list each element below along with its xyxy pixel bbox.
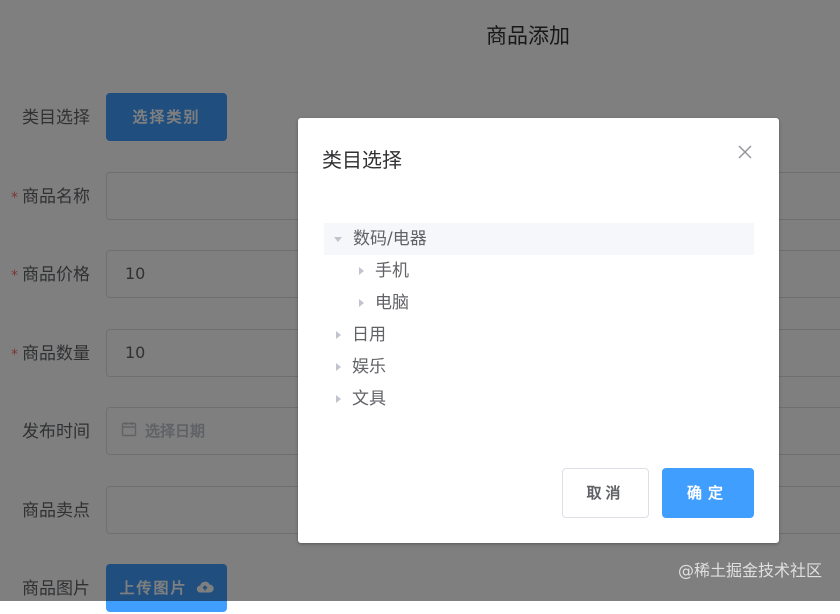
- tree-node-label: 电脑: [375, 293, 409, 313]
- tree-node-label: 手机: [375, 261, 409, 281]
- close-icon[interactable]: [737, 144, 753, 160]
- caret-right-icon[interactable]: [332, 319, 344, 351]
- tree-node-computer[interactable]: 电脑: [324, 287, 754, 319]
- dialog-title: 类目选择: [322, 148, 402, 172]
- watermark: @稀土掘金技术社区: [677, 561, 822, 580]
- tree-node-phone[interactable]: 手机: [324, 255, 754, 287]
- caret-right-icon[interactable]: [332, 383, 344, 415]
- tree-node-label: 娱乐: [352, 357, 386, 377]
- confirm-button[interactable]: 确定: [662, 468, 754, 518]
- tree-node-label: 文具: [352, 389, 386, 409]
- tree-node-label: 数码/电器: [353, 229, 427, 249]
- tree-node-stationery[interactable]: 文具: [324, 383, 754, 415]
- caret-right-icon[interactable]: [332, 351, 344, 383]
- category-select-dialog: 类目选择 数码/电器 手机 电脑 日用 娱乐 文具 取消 确定: [298, 118, 779, 543]
- caret-right-icon[interactable]: [355, 255, 367, 287]
- cancel-button[interactable]: 取消: [562, 468, 649, 518]
- caret-right-icon[interactable]: [355, 287, 367, 319]
- category-tree: 数码/电器 手机 电脑 日用 娱乐 文具: [324, 223, 754, 415]
- tree-node-entertainment[interactable]: 娱乐: [324, 351, 754, 383]
- tree-node-label: 日用: [352, 325, 386, 345]
- tree-node-digital[interactable]: 数码/电器: [324, 223, 754, 255]
- tree-node-daily[interactable]: 日用: [324, 319, 754, 351]
- caret-down-icon[interactable]: [332, 223, 344, 255]
